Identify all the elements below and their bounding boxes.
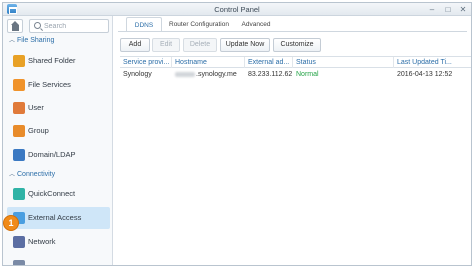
main-panel: DDNS Router Configuration Advanced Add E…	[114, 16, 471, 265]
cell-status: Normal	[296, 71, 319, 78]
section-connectivity[interactable]: ︿ Connectivity	[9, 169, 55, 181]
minimize-icon[interactable]: –	[427, 5, 437, 14]
file-services-icon	[13, 79, 25, 91]
close-icon[interactable]: ✕	[458, 5, 468, 14]
column-header-service-provider[interactable]: Service provi...	[120, 57, 172, 68]
table-row[interactable]: Synology .synology.me 83.233.112.62 Norm…	[120, 68, 471, 81]
cell-hostname: .synology.me	[172, 68, 245, 81]
column-header-hostname[interactable]: Hostname	[172, 57, 245, 68]
domain-icon	[13, 149, 25, 161]
section-label: Connectivity	[17, 171, 56, 178]
user-icon	[13, 102, 25, 114]
sidebar-item-group[interactable]: Group	[7, 120, 110, 142]
customize-button[interactable]: Customize	[273, 38, 321, 52]
tab-router-configuration[interactable]: Router Configuration	[164, 17, 234, 32]
sidebar-item-network[interactable]: Network	[7, 231, 110, 253]
cell-provider: Synology	[123, 71, 152, 78]
section-label: File Sharing	[17, 37, 55, 44]
network-icon	[13, 236, 25, 248]
sidebar-item-label: Shared Folder	[28, 56, 76, 65]
cell-last-updated: 2016-04-13 12:52	[397, 71, 453, 78]
add-button[interactable]: Add	[120, 38, 150, 52]
search-icon	[34, 22, 41, 29]
tab-divider	[118, 31, 467, 32]
search-box[interactable]	[29, 19, 109, 33]
sidebar-top	[7, 19, 111, 33]
window-title: Control Panel	[214, 5, 260, 14]
sidebar-item-domain-ldap[interactable]: Domain/LDAP	[7, 144, 110, 166]
chevron-up-icon: ︿	[9, 172, 16, 178]
cell-external-address: 83.233.112.62	[248, 71, 293, 78]
sidebar-item-label: External Access	[28, 213, 82, 222]
folder-icon	[13, 55, 25, 67]
sidebar-item-label: QuickConnect	[28, 189, 76, 198]
column-header-last-updated[interactable]: Last Updated Ti...	[394, 57, 471, 68]
delete-button[interactable]: Delete	[183, 38, 217, 52]
sidebar-item-shared-folder[interactable]: Shared Folder	[7, 50, 110, 72]
home-button[interactable]	[7, 19, 23, 33]
update-now-button[interactable]: Update Now	[220, 38, 270, 52]
chevron-up-icon: ︿	[9, 38, 16, 44]
group-icon	[13, 125, 25, 137]
sidebar-item-partial[interactable]	[7, 255, 110, 265]
redacted-hostname-prefix	[175, 71, 195, 77]
partial-item-icon	[13, 260, 25, 265]
search-input[interactable]	[44, 21, 106, 32]
control-panel-window: Control Panel – □ ✕ ︿File Sharing Shared…	[2, 2, 472, 266]
sidebar-item-file-services[interactable]: File Services	[7, 74, 110, 96]
step-badge: 1	[3, 215, 19, 231]
sidebar-item-label: Network	[28, 237, 56, 246]
sidebar-item-label: Group	[28, 126, 49, 135]
title-bar[interactable]: Control Panel – □ ✕	[3, 3, 471, 16]
sidebar: ︿File Sharing Shared Folder File Service…	[3, 16, 113, 265]
sidebar-item-label: File Services	[28, 80, 71, 89]
sidebar-item-label: User	[28, 103, 44, 112]
tab-advanced[interactable]: Advanced	[236, 17, 276, 32]
hostname-domain: .synology.me	[196, 71, 237, 78]
table-header: Service provi... Hostname External ad...…	[120, 56, 471, 68]
edit-button[interactable]: Edit	[152, 38, 180, 52]
home-icon-body	[12, 25, 19, 31]
sidebar-item-label: Domain/LDAP	[28, 150, 76, 159]
tab-ddns[interactable]: DDNS	[126, 17, 162, 32]
quickconnect-icon	[13, 188, 25, 200]
column-header-external-address[interactable]: External ad...	[245, 57, 293, 68]
section-file-sharing[interactable]: ︿ File Sharing	[9, 35, 54, 47]
sidebar-item-external-access[interactable]: External Access	[7, 207, 110, 229]
sidebar-item-quickconnect[interactable]: QuickConnect	[7, 183, 110, 205]
column-header-status[interactable]: Status	[293, 57, 394, 68]
sidebar-item-user[interactable]: User	[7, 97, 110, 119]
maximize-icon[interactable]: □	[443, 5, 453, 14]
